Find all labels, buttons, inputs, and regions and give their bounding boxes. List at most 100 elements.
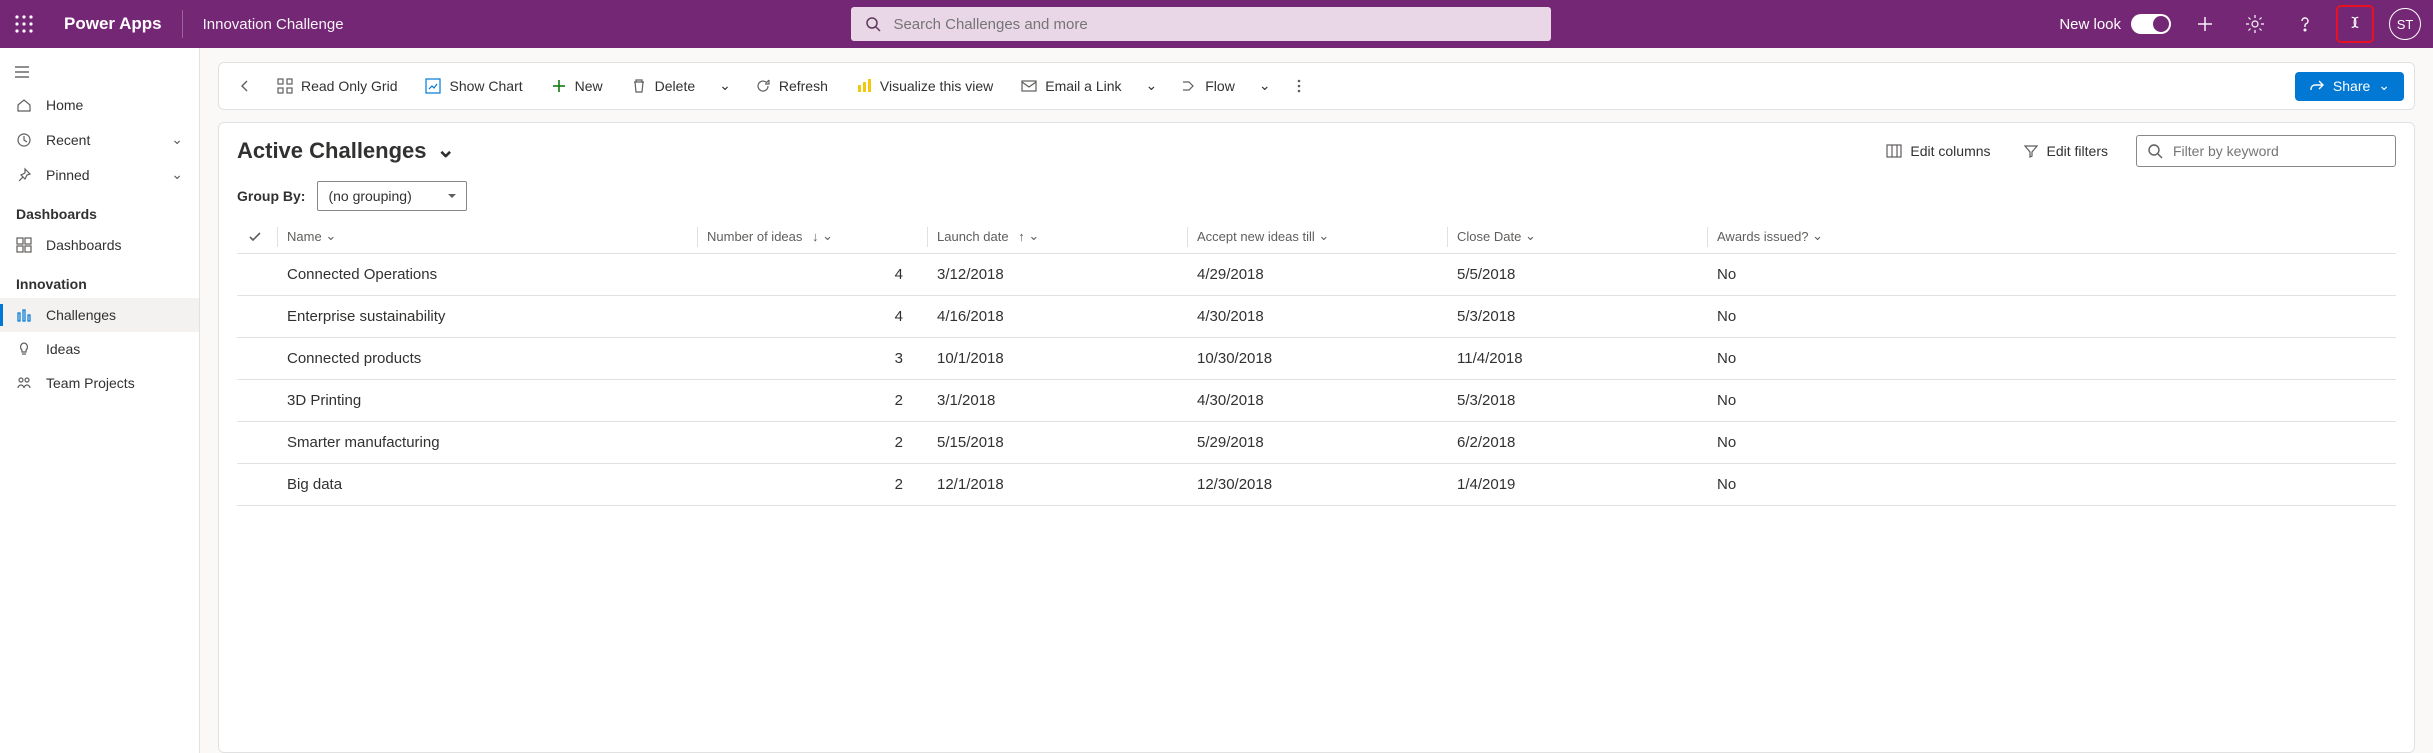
edit-filters-button[interactable]: Edit filters xyxy=(2019,137,2112,165)
main-area: Read Only Grid Show Chart New Delete ⌄ R… xyxy=(200,48,2433,753)
new-button[interactable]: New xyxy=(539,72,615,100)
col-close-date[interactable]: Close Date ⌄ xyxy=(1447,221,1707,254)
group-by-value: (no grouping) xyxy=(328,188,411,204)
email-split-button[interactable]: ⌄ xyxy=(1138,72,1166,101)
row-select[interactable] xyxy=(237,464,277,506)
delete-split-button[interactable]: ⌄ xyxy=(711,72,739,101)
mail-icon xyxy=(1021,78,1037,94)
row-select[interactable] xyxy=(237,380,277,422)
chevron-down-icon: ⌄ xyxy=(437,137,455,163)
user-avatar[interactable]: ST xyxy=(2389,8,2421,40)
cell-name: Enterprise sustainability xyxy=(277,296,697,338)
view-picker[interactable]: Active Challenges ⌄ xyxy=(237,138,455,164)
cell-launch: 3/12/2018 xyxy=(927,254,1187,296)
cell-awards: No xyxy=(1707,296,2396,338)
help-button[interactable] xyxy=(2289,8,2321,40)
settings-button[interactable] xyxy=(2239,8,2271,40)
overflow-button[interactable] xyxy=(1283,72,1315,100)
table-row[interactable]: Enterprise sustainability44/16/20184/30/… xyxy=(237,296,2396,338)
read-only-grid-button[interactable]: Read Only Grid xyxy=(265,72,409,100)
sidebar-item-label: Recent xyxy=(46,132,90,148)
cmd-label: Share xyxy=(2333,78,2370,94)
sidebar-item-label: Pinned xyxy=(46,167,90,183)
sidebar-item-ideas[interactable]: Ideas xyxy=(0,332,199,366)
share-icon xyxy=(2309,78,2325,94)
cmd-label: Refresh xyxy=(779,78,828,94)
select-all-header[interactable] xyxy=(237,221,277,254)
waffle-icon xyxy=(14,14,34,34)
sidebar-collapse-button[interactable] xyxy=(0,56,199,88)
cell-launch: 10/1/2018 xyxy=(927,338,1187,380)
refresh-button[interactable]: Refresh xyxy=(743,72,840,100)
table-row[interactable]: Big data212/1/201812/30/20181/4/2019No xyxy=(237,464,2396,506)
cell-awards: No xyxy=(1707,338,2396,380)
hamburger-icon xyxy=(14,64,30,80)
table-row[interactable]: Connected Operations43/12/20184/29/20185… xyxy=(237,254,2396,296)
group-by-select[interactable]: (no grouping) xyxy=(317,181,467,211)
keyword-filter-input[interactable] xyxy=(2171,142,2385,160)
app-name: Innovation Challenge xyxy=(182,10,344,38)
sidebar-item-recent[interactable]: Recent ⌄ xyxy=(0,122,199,157)
plus-icon xyxy=(2195,14,2215,34)
cmd-label: Read Only Grid xyxy=(301,78,397,94)
delete-button[interactable]: Delete xyxy=(619,72,707,100)
col-launch-date[interactable]: Launch date ↑ ⌄ xyxy=(927,221,1187,254)
global-search[interactable] xyxy=(851,7,1551,41)
dashboard-icon xyxy=(16,237,32,253)
check-icon xyxy=(247,229,263,245)
keyword-filter[interactable] xyxy=(2136,135,2396,167)
chevron-down-icon: ⌄ xyxy=(171,131,183,148)
cmd-label: Flow xyxy=(1205,78,1235,94)
col-name[interactable]: Name ⌄ xyxy=(277,221,697,254)
row-select[interactable] xyxy=(237,422,277,464)
email-link-button[interactable]: Email a Link xyxy=(1009,72,1133,100)
sidebar-item-team-projects[interactable]: Team Projects xyxy=(0,366,199,400)
table-row[interactable]: Smarter manufacturing25/15/20185/29/2018… xyxy=(237,422,2396,464)
sidebar-item-label: Home xyxy=(46,97,83,113)
chevron-down-icon: ⌄ xyxy=(822,228,833,244)
cell-close: 5/5/2018 xyxy=(1447,254,1707,296)
flow-split-button[interactable]: ⌄ xyxy=(1251,72,1279,101)
search-icon xyxy=(865,16,881,32)
row-select[interactable] xyxy=(237,254,277,296)
sidebar-item-label: Dashboards xyxy=(46,237,122,253)
visualize-button[interactable]: Visualize this view xyxy=(844,72,1005,100)
chevron-down-icon: ⌄ xyxy=(1318,228,1329,244)
cell-close: 5/3/2018 xyxy=(1447,296,1707,338)
share-button[interactable]: Share ⌄ xyxy=(2295,72,2404,101)
cell-accept: 4/30/2018 xyxy=(1187,380,1447,422)
row-select[interactable] xyxy=(237,296,277,338)
sort-desc-icon: ↓ xyxy=(812,229,819,244)
toggle-switch-icon xyxy=(2131,14,2171,34)
global-search-input[interactable] xyxy=(891,15,1537,34)
col-accept-until[interactable]: Accept new ideas till ⌄ xyxy=(1187,221,1447,254)
flow-button[interactable]: Flow xyxy=(1169,72,1247,100)
cmd-label: Visualize this view xyxy=(880,78,993,94)
cell-accept: 4/30/2018 xyxy=(1187,296,1447,338)
table-row[interactable]: 3D Printing23/1/20184/30/20185/3/2018No xyxy=(237,380,2396,422)
sidebar-item-home[interactable]: Home xyxy=(0,88,199,122)
col-number-of-ideas[interactable]: Number of ideas ↓ ⌄ xyxy=(697,221,927,254)
back-button[interactable] xyxy=(229,72,261,100)
copilot-header-button[interactable] xyxy=(2339,8,2371,40)
challenges-icon xyxy=(16,307,32,323)
sidebar-item-challenges[interactable]: Challenges xyxy=(0,298,199,332)
chart-icon xyxy=(425,78,441,94)
edit-columns-button[interactable]: Edit columns xyxy=(1882,137,1994,165)
cmd-label: Email a Link xyxy=(1045,78,1121,94)
show-chart-button[interactable]: Show Chart xyxy=(413,72,534,100)
chevron-down-icon: ⌄ xyxy=(325,228,336,244)
table-row[interactable]: Connected products310/1/201810/30/201811… xyxy=(237,338,2396,380)
new-look-toggle[interactable]: New look xyxy=(2059,14,2171,34)
cmd-label: Show Chart xyxy=(449,78,522,94)
app-launcher-button[interactable] xyxy=(4,0,44,48)
search-icon xyxy=(2147,143,2163,159)
cell-awards: No xyxy=(1707,254,2396,296)
view-title: Active Challenges xyxy=(237,138,427,164)
add-button[interactable] xyxy=(2189,8,2221,40)
row-select[interactable] xyxy=(237,338,277,380)
sidebar-item-pinned[interactable]: Pinned ⌄ xyxy=(0,157,199,192)
sidebar-item-dashboards[interactable]: Dashboards xyxy=(0,228,199,262)
col-awards-issued[interactable]: Awards issued? ⌄ xyxy=(1707,221,2396,254)
chevron-down-icon: ⌄ xyxy=(719,77,731,94)
